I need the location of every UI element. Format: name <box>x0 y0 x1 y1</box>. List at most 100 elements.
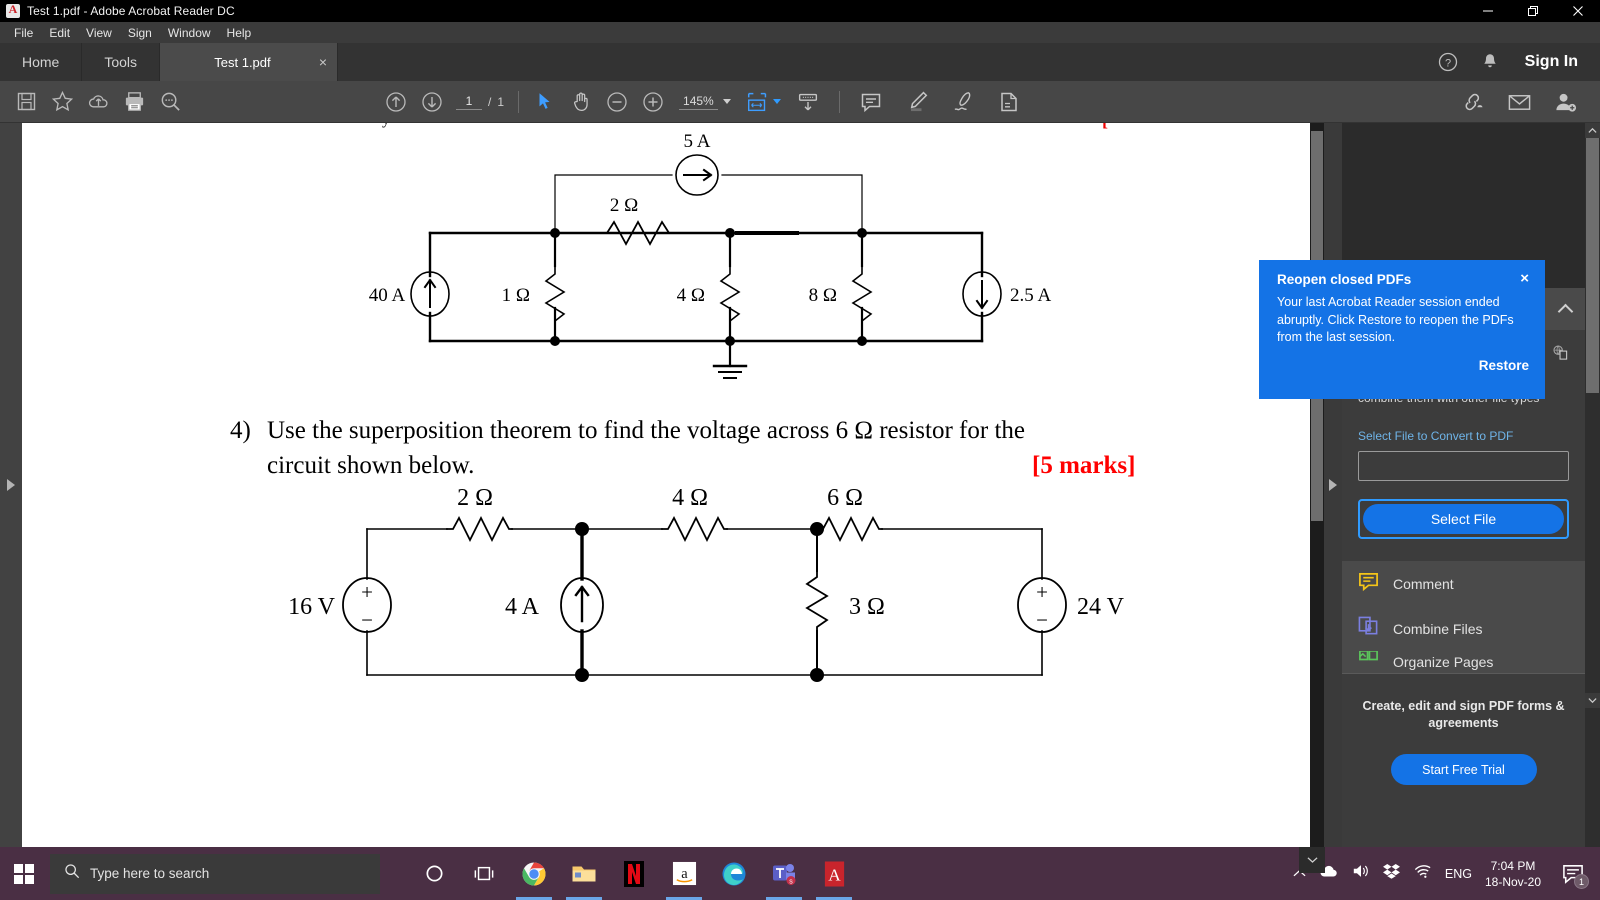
email-icon[interactable] <box>1496 81 1542 123</box>
volume-speaker-icon[interactable] <box>1352 863 1370 884</box>
previous-page-arrow-icon[interactable] <box>378 81 414 123</box>
start-free-trial-button[interactable]: Start Free Trial <box>1390 754 1537 785</box>
scroll-down-arrow-icon[interactable] <box>1585 693 1600 708</box>
amazon-icon[interactable]: a <box>662 847 706 900</box>
tab-tools[interactable]: Tools <box>82 43 161 81</box>
restore-button[interactable] <box>1510 0 1555 22</box>
microsoft-edge-icon[interactable] <box>712 847 756 900</box>
scroll-up-arrow-icon[interactable] <box>1585 123 1600 138</box>
add-comment-icon[interactable] <box>848 81 894 123</box>
tab-bar-actions: ? Sign In <box>1427 43 1600 81</box>
search-input[interactable]: Type here to search <box>50 853 380 894</box>
label-source-2p5a: 2.5 A <box>1010 285 1051 306</box>
menu-view[interactable]: View <box>78 24 120 42</box>
tools-panel-scrollbar[interactable] <box>1585 123 1600 847</box>
upload-to-cloud-icon[interactable] <box>80 81 116 123</box>
restore-button[interactable]: Restore <box>1277 358 1529 373</box>
label-r-2ohm-b: 2 Ω <box>457 485 493 511</box>
tab-bar-spacer <box>338 43 1427 81</box>
save-floppy-icon[interactable] <box>8 81 44 123</box>
tab-home[interactable]: Home <box>0 43 83 81</box>
clock-time: 7:04 PM <box>1490 858 1536 873</box>
share-link-icon[interactable] <box>1450 81 1496 123</box>
toast-title: Reopen closed PDFs <box>1277 272 1412 287</box>
file-path-input[interactable] <box>1358 451 1569 481</box>
label-source-4a: 4 A <box>505 594 540 620</box>
close-button[interactable] <box>1555 0 1600 22</box>
google-chrome-icon[interactable] <box>512 847 556 900</box>
left-panel-toggle[interactable] <box>0 123 22 847</box>
taskbar-overflow-notch[interactable] <box>1299 847 1325 873</box>
print-icon[interactable] <box>116 81 152 123</box>
minimize-button[interactable] <box>1465 0 1510 22</box>
document-scrollbar[interactable] <box>1310 123 1324 847</box>
action-center-icon[interactable]: 1 <box>1554 847 1592 900</box>
zoom-out-icon[interactable] <box>599 81 635 123</box>
chevron-down-icon[interactable] <box>722 99 731 104</box>
task-view-icon[interactable] <box>462 847 506 900</box>
document-viewport[interactable]: y [ <box>22 123 1310 847</box>
menu-window[interactable]: Window <box>160 24 219 42</box>
question-line-2: circuit shown below. <box>267 452 475 479</box>
menu-sign[interactable]: Sign <box>120 24 160 42</box>
next-page-arrow-icon[interactable] <box>414 81 450 123</box>
adobe-acrobat-icon[interactable]: A <box>812 847 856 900</box>
window-controls <box>1465 0 1600 22</box>
windows-start-icon[interactable] <box>0 847 48 900</box>
combine-files-icon <box>1358 616 1379 642</box>
selection-cursor-icon[interactable] <box>527 81 563 123</box>
close-icon[interactable]: × <box>1520 271 1529 286</box>
polarity-minus-right: − <box>1036 608 1048 632</box>
close-icon[interactable]: × <box>319 55 327 69</box>
page-separator: / <box>488 94 492 109</box>
tools-panel-scrollbar-thumb[interactable] <box>1586 138 1599 393</box>
add-to-favorites-star-icon[interactable] <box>44 81 80 123</box>
label-r-2ohm: 2 Ω <box>610 195 638 216</box>
polarity-minus-left: − <box>361 608 373 632</box>
pdf-pack-info-icon[interactable] <box>1552 344 1569 364</box>
promo-text: Create, edit and sign PDF forms & agreem… <box>1362 699 1565 730</box>
tool-comment[interactable]: Comment <box>1342 561 1585 606</box>
right-panel-toggle[interactable] <box>1324 123 1342 847</box>
fit-page-chevron-icon[interactable] <box>772 99 781 104</box>
wifi-signal-icon[interactable] <box>1413 864 1432 884</box>
sign-in-button[interactable]: Sign In <box>1511 53 1592 71</box>
select-file-button[interactable]: Select File <box>1363 504 1564 534</box>
page-number-input[interactable]: 1 <box>456 94 482 110</box>
netflix-icon[interactable] <box>612 847 656 900</box>
highlight-text-icon[interactable] <box>894 81 940 123</box>
promo-section: Create, edit and sign PDF forms & agreem… <box>1342 673 1585 847</box>
tool-combine-files[interactable]: Combine Files <box>1342 606 1585 651</box>
select-file-button-focus-ring: Select File <box>1358 499 1569 539</box>
pdf-page: y [ <box>22 123 1310 847</box>
label-r-6ohm-b: 6 Ω <box>827 485 863 511</box>
tool-organize-pages[interactable]: Organize Pages <box>1342 651 1585 673</box>
microsoft-teams-icon[interactable]: s <box>762 847 806 900</box>
menu-edit[interactable]: Edit <box>41 24 78 42</box>
zoom-in-icon[interactable] <box>635 81 671 123</box>
clock[interactable]: 7:04 PM 18-Nov-20 <box>1485 858 1541 890</box>
menu-file[interactable]: File <box>6 24 41 42</box>
scroll-mode-icon[interactable] <box>785 81 831 123</box>
chevron-up-icon[interactable] <box>1557 303 1574 319</box>
stamp-icon[interactable] <box>986 81 1032 123</box>
fill-and-sign-icon[interactable] <box>940 81 986 123</box>
notification-bell-icon[interactable] <box>1469 43 1511 81</box>
language-indicator[interactable]: ENG <box>1445 867 1472 881</box>
zoom-level-value[interactable]: 145% <box>679 94 718 110</box>
dropbox-icon[interactable] <box>1382 863 1400 884</box>
menu-help[interactable]: Help <box>219 24 260 42</box>
circuit-diagram-top: 5 A 2 Ω 40 A 1 Ω 4 Ω 8 Ω 2.5 A <box>369 131 1051 379</box>
zoom-control[interactable]: 145% <box>679 94 731 110</box>
page-total: 1 <box>497 94 505 109</box>
cortana-icon[interactable] <box>412 847 456 900</box>
file-explorer-icon[interactable] <box>562 847 606 900</box>
find-search-icon[interactable] <box>152 81 188 123</box>
hand-pan-icon[interactable] <box>563 81 599 123</box>
tab-document[interactable]: Test 1.pdf × <box>160 43 339 81</box>
select-file-link[interactable]: Select File to Convert to PDF <box>1358 429 1569 443</box>
tool-organize-pages-label: Organize Pages <box>1393 654 1494 670</box>
help-circle-icon[interactable]: ? <box>1427 43 1469 81</box>
add-person-icon[interactable] <box>1542 81 1588 123</box>
tab-document-label: Test 1.pdf <box>214 54 271 70</box>
